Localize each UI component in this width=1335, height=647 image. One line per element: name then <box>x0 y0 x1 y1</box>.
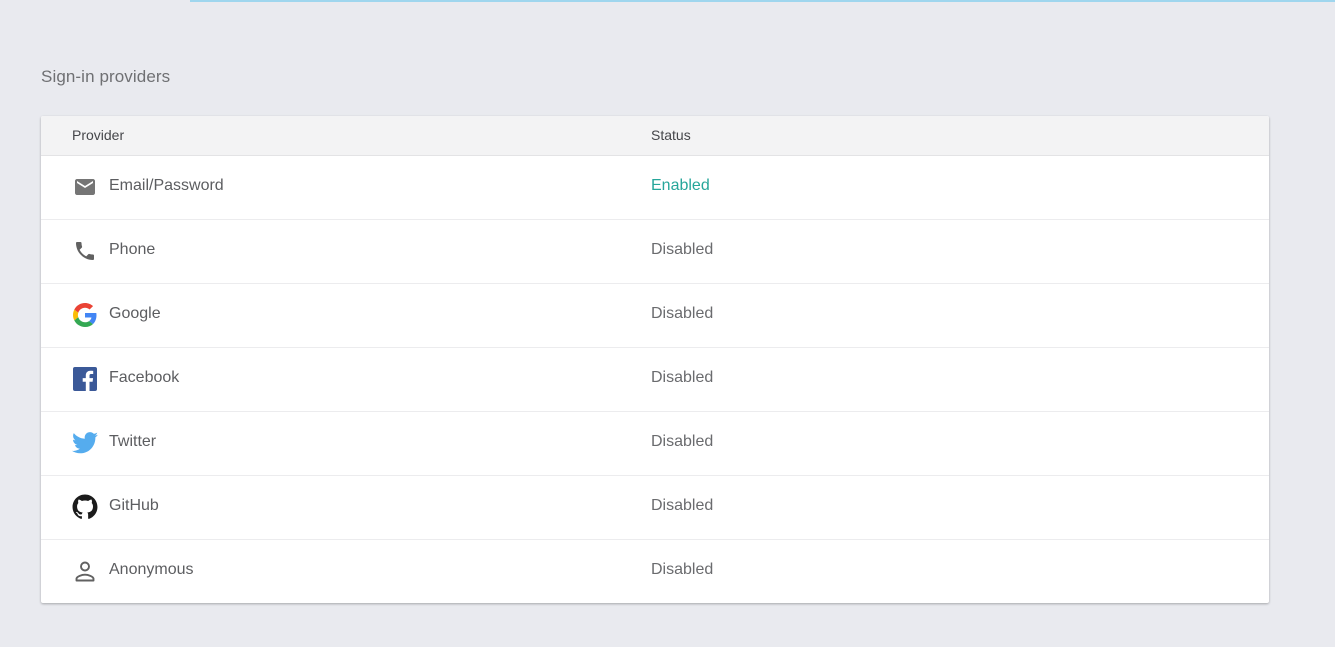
status-badge: Disabled <box>651 497 714 514</box>
table-row-twitter[interactable]: Twitter Disabled <box>41 412 1269 476</box>
twitter-icon <box>72 430 98 456</box>
header-provider: Provider <box>72 127 125 143</box>
table-row-github[interactable]: GitHub Disabled <box>41 476 1269 540</box>
header-status: Status <box>651 127 691 143</box>
provider-name: Email/Password <box>109 177 224 194</box>
mail-icon <box>72 174 98 200</box>
status-badge: Disabled <box>651 369 714 386</box>
provider-name: Anonymous <box>109 561 194 578</box>
provider-name: Twitter <box>109 433 157 450</box>
phone-icon <box>72 238 98 264</box>
table-row-phone[interactable]: Phone Disabled <box>41 220 1269 284</box>
providers-table: Provider Status Email/Password Enabled P… <box>41 116 1269 603</box>
provider-name: GitHub <box>109 497 159 514</box>
provider-name: Phone <box>109 241 156 258</box>
status-badge: Disabled <box>651 241 714 258</box>
status-badge: Disabled <box>651 433 714 450</box>
provider-name: Google <box>109 305 161 322</box>
section-title: Sign-in providers <box>41 67 171 86</box>
person-icon <box>72 558 98 584</box>
facebook-icon <box>72 366 98 392</box>
table-header: Provider Status <box>41 116 1269 156</box>
status-badge: Enabled <box>651 177 710 194</box>
table-row-email-password[interactable]: Email/Password Enabled <box>41 156 1269 220</box>
table-row-google[interactable]: Google Disabled <box>41 284 1269 348</box>
provider-name: Facebook <box>109 369 180 386</box>
table-row-anonymous[interactable]: Anonymous Disabled <box>41 540 1269 603</box>
status-badge: Disabled <box>651 305 714 322</box>
github-icon <box>72 494 98 520</box>
table-row-facebook[interactable]: Facebook Disabled <box>41 348 1269 412</box>
status-badge: Disabled <box>651 561 714 578</box>
google-icon <box>72 302 98 328</box>
active-tab-indicator <box>190 0 1335 2</box>
